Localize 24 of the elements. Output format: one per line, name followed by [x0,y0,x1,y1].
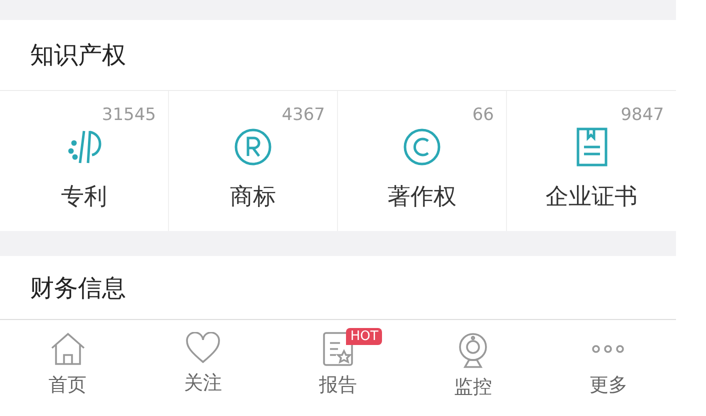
tab-label[interactable]: 首页 [48,372,87,398]
tab-label[interactable]: 监控 [454,374,492,400]
count-label: 31545 [102,105,156,125]
webcam-icon [457,332,490,368]
section-title: 财务信息 [29,273,127,301]
hot-badge: HOT [346,328,382,345]
tab-label[interactable]: 关注 [184,370,222,396]
home-icon [50,332,86,366]
heart-icon [184,332,221,364]
report-icon [322,332,353,366]
category-label[interactable]: 商标 [230,181,276,212]
tab-label[interactable]: 更多 [589,372,628,398]
more-icon [590,344,626,354]
category-label[interactable]: 专利 [61,181,107,212]
document-icon [576,127,608,167]
tab-label[interactable]: 报告 [318,372,357,398]
category-label[interactable]: 著作权 [388,181,456,212]
count-label: 9847 [620,105,664,125]
count-label: 66 [472,105,494,125]
category-label[interactable]: 企业证书 [546,181,638,212]
registered-icon [233,127,273,167]
section-title: 知识产权 [0,20,676,91]
copyright-icon [402,127,442,167]
count-label: 4367 [282,105,325,125]
